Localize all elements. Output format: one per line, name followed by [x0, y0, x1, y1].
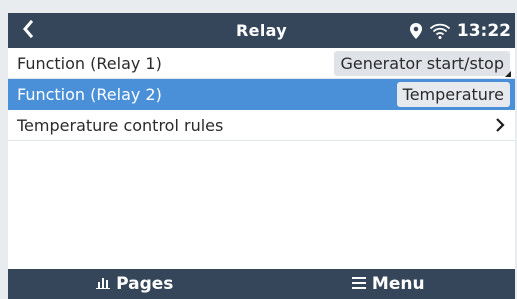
relay-1-function-value[interactable]: Generator start/stop	[334, 50, 511, 77]
editable-corner-marker	[505, 70, 511, 77]
chevron-right-icon	[495, 117, 505, 133]
hamburger-menu-icon	[351, 274, 366, 294]
map-pin-icon	[409, 22, 423, 40]
list-item-function-relay-1[interactable]: Function (Relay 1) Generator start/stop	[8, 48, 515, 79]
wifi-icon	[429, 22, 451, 40]
row-label: Temperature control rules	[17, 115, 224, 135]
menu-label: Menu	[371, 274, 425, 294]
pages-label: Pages	[116, 274, 174, 294]
relay-2-function-value[interactable]: Temperature	[396, 81, 510, 107]
bottom-bar: Pages Menu	[8, 269, 515, 299]
list-item-function-relay-2[interactable]: Function (Relay 2) Temperature	[8, 79, 515, 110]
bar-chart-icon	[96, 274, 111, 294]
title-bar: Relay 13:22	[8, 13, 515, 48]
row-label: Function (Relay 1)	[17, 53, 162, 73]
list-item-temperature-control-rules[interactable]: Temperature control rules	[8, 110, 515, 141]
clock-time: 13:22	[456, 20, 511, 41]
value-text: Generator start/stop	[340, 53, 504, 73]
row-label: Function (Relay 2)	[17, 84, 162, 104]
menu-button[interactable]: Menu	[262, 269, 516, 299]
value-text: Temperature	[402, 84, 504, 104]
status-area: 13:22	[409, 13, 511, 48]
screen: Relay 13:22 Function (Relay 1) Generator…	[8, 13, 515, 299]
pages-button[interactable]: Pages	[8, 269, 262, 299]
device-frame: Relay 13:22 Function (Relay 1) Generator…	[0, 0, 517, 299]
